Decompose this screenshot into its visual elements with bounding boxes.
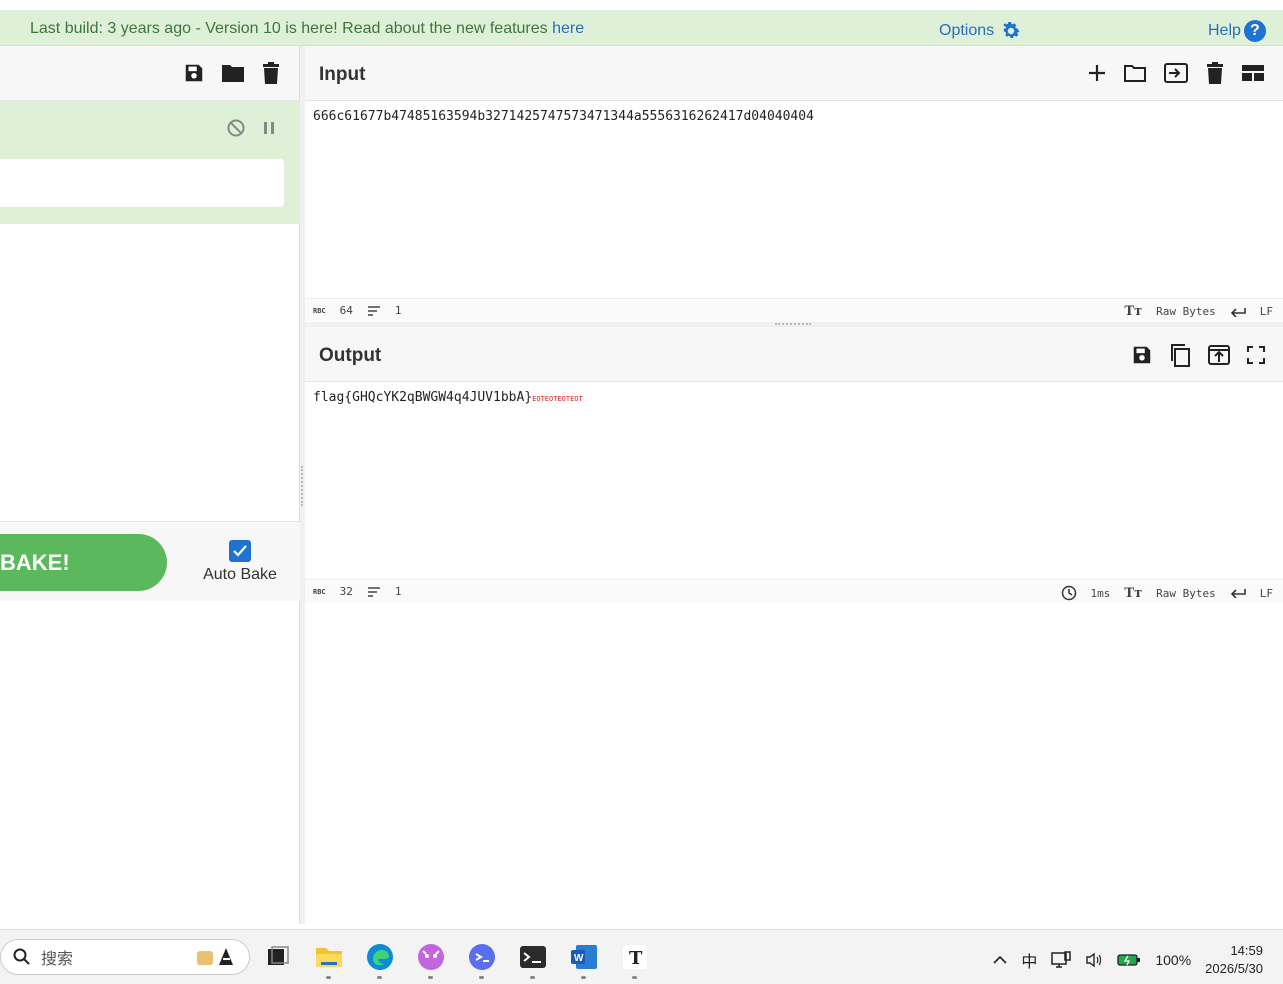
eol-icon xyxy=(1230,588,1246,598)
lines-icon xyxy=(367,586,381,597)
input-encoding[interactable]: Raw Bytes xyxy=(1156,305,1216,318)
clock-date: 2026/5/30 xyxy=(1205,961,1263,976)
auto-bake-toggle[interactable]: Auto Bake xyxy=(200,540,280,584)
lines-icon xyxy=(367,305,381,316)
recipe-pane: BAKE! Auto Bake xyxy=(0,46,300,924)
font-size-icon[interactable]: Tт xyxy=(1124,586,1142,601)
recipe-operation xyxy=(0,101,300,224)
gear-icon xyxy=(1000,20,1022,42)
word-icon[interactable]: W xyxy=(568,941,599,979)
terminal-icon[interactable] xyxy=(517,941,548,979)
search-placeholder: 搜索 xyxy=(41,951,74,968)
clock-time: 14:59 xyxy=(1230,943,1263,958)
task-view-icon[interactable] xyxy=(262,941,293,972)
output-statusbar: RBC 32 1 1ms Tт Raw Bytes LF xyxy=(305,579,1283,603)
network-icon[interactable] xyxy=(1051,951,1072,969)
banner-message: Last build: 3 years ago - Version 10 is … xyxy=(30,20,584,38)
help-icon: ? xyxy=(1243,20,1266,42)
battery-percent[interactable]: 100% xyxy=(1155,952,1191,968)
output-eot-trailer: EOTEOTEOTEOT xyxy=(532,395,583,403)
add-input-icon[interactable] xyxy=(1087,63,1107,83)
search-icon xyxy=(13,948,31,966)
input-rbc-badge: RBC xyxy=(313,306,326,315)
load-recipe-icon[interactable] xyxy=(221,62,245,84)
auto-bake-label: Auto Bake xyxy=(203,566,277,583)
word-letter: W xyxy=(574,953,584,964)
output-rbc-badge: RBC xyxy=(313,587,326,596)
ime-indicator[interactable]: 中 xyxy=(1021,948,1037,972)
system-clock[interactable]: 14:59 2026/5/30 xyxy=(1205,942,1263,978)
help-button[interactable]: Help ? xyxy=(1208,20,1266,42)
banner-text: Last build: 3 years ago - Version 10 is … xyxy=(30,20,553,37)
output-encoding[interactable]: Raw Bytes xyxy=(1156,587,1216,600)
input-text[interactable]: 666c61677b47485163594b327142574757347134… xyxy=(305,101,1283,132)
volume-icon[interactable] xyxy=(1085,952,1103,968)
output-pane: Output flag{GHQcYK2qBWGW4q4JUV1bbA}EOTEO… xyxy=(305,327,1283,924)
maximise-icon[interactable] xyxy=(1247,346,1265,364)
save-output-icon[interactable] xyxy=(1131,344,1153,366)
edge-browser-icon[interactable] xyxy=(364,941,395,979)
top-banner: Last build: 3 years ago - Version 10 is … xyxy=(0,0,1283,46)
output-length: 32 xyxy=(339,585,353,598)
file-explorer-icon[interactable] xyxy=(313,941,344,979)
open-file-icon[interactable] xyxy=(1163,62,1189,84)
bake-button[interactable]: BAKE! xyxy=(0,534,167,591)
clear-recipe-icon[interactable] xyxy=(261,62,281,84)
open-folder-icon[interactable] xyxy=(1123,63,1147,83)
chat-app-icon[interactable] xyxy=(466,941,497,979)
bake-bar: BAKE! Auto Bake xyxy=(0,521,300,601)
clock-icon xyxy=(1061,585,1077,601)
bake-time: 1ms xyxy=(1090,586,1111,600)
output-text[interactable]: flag{GHQcYK2qBWGW4q4JUV1bbA}EOTEOTEOTEOT xyxy=(305,382,1283,413)
input-eol[interactable]: LF xyxy=(1260,305,1273,318)
save-recipe-icon[interactable] xyxy=(183,62,205,84)
battery-icon[interactable] xyxy=(1117,953,1141,967)
eol-icon xyxy=(1230,307,1246,317)
clear-input-icon[interactable] xyxy=(1205,62,1225,84)
input-length: 64 xyxy=(339,304,353,317)
options-label: Options xyxy=(939,22,995,39)
taskbar-search[interactable]: 搜索 xyxy=(0,939,250,975)
output-title: Output xyxy=(319,345,382,366)
typora-letter: T xyxy=(629,948,643,969)
reset-layout-icon[interactable] xyxy=(1241,64,1265,82)
replace-input-icon[interactable] xyxy=(1207,344,1231,366)
input-lines: 1 xyxy=(394,304,402,317)
recipe-toolbar xyxy=(0,46,299,101)
output-eol[interactable]: LF xyxy=(1260,587,1273,600)
cat-app-icon[interactable] xyxy=(415,941,446,979)
typora-icon[interactable]: T xyxy=(619,941,650,979)
output-lines: 1 xyxy=(394,585,402,598)
input-statusbar: RBC 64 1 Tт Raw Bytes LF xyxy=(305,298,1283,322)
output-value: flag{GHQcYK2qBWGW4q4JUV1bbA} xyxy=(313,390,533,405)
font-size-icon[interactable]: Tт xyxy=(1124,304,1142,319)
pause-op-icon[interactable] xyxy=(262,121,276,135)
help-label: Help xyxy=(1208,22,1241,39)
operation-arg-field[interactable] xyxy=(0,159,284,207)
chevron-up-icon[interactable] xyxy=(993,955,1007,965)
auto-bake-checkbox[interactable] xyxy=(229,540,251,562)
banner-link[interactable]: here xyxy=(552,20,584,37)
disable-op-icon[interactable] xyxy=(226,118,246,138)
input-title: Input xyxy=(319,64,366,85)
copy-output-icon[interactable] xyxy=(1169,343,1191,367)
options-button[interactable]: Options xyxy=(939,20,1022,42)
search-highlight-icon xyxy=(195,945,239,969)
input-pane: Input 666c61677b47485163594b327142574757… xyxy=(305,46,1283,322)
taskbar: 搜索 W T 中 100% 14:59 2026/5/30 xyxy=(0,929,1283,984)
